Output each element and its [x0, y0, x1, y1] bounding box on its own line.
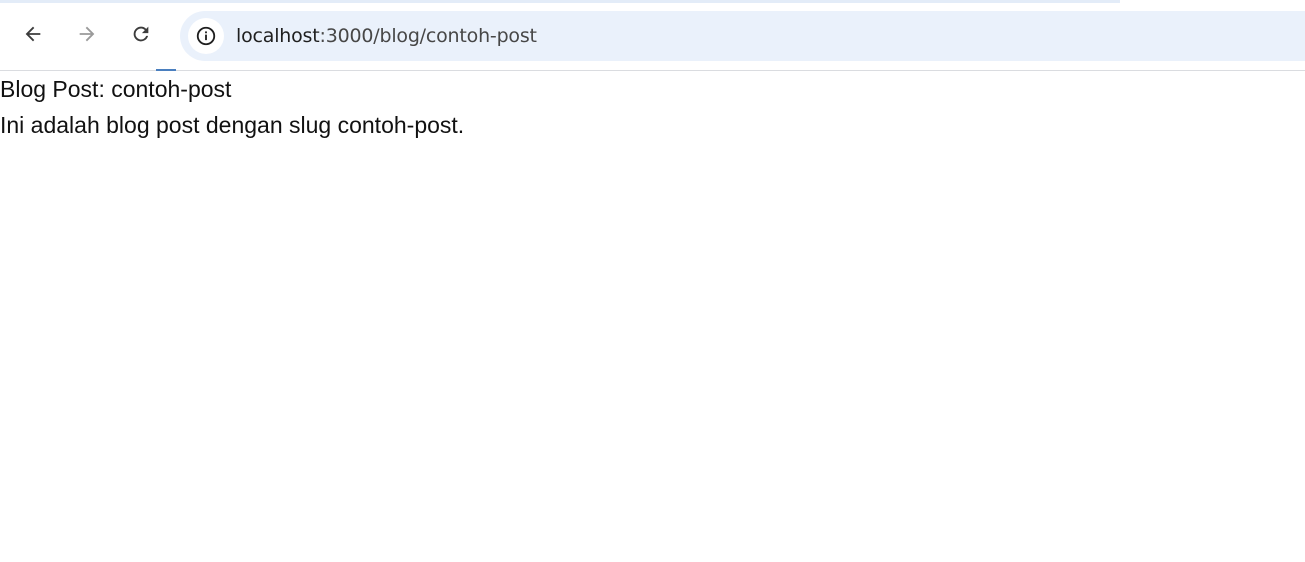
arrow-left-icon — [25, 26, 41, 42]
url-text[interactable]: localhost:3000/blog/contoh-post — [236, 25, 537, 47]
tab-strip-accent — [0, 0, 1120, 3]
post-title: Blog Post: contoh-post — [0, 76, 232, 102]
address-bar[interactable]: localhost:3000/blog/contoh-post — [180, 11, 1305, 61]
info-icon — [196, 26, 216, 46]
page-content: Blog Post: contoh-post Ini adalah blog p… — [0, 71, 1305, 562]
post-body: Ini adalah blog post dengan slug contoh-… — [0, 112, 465, 138]
browser-toolbar: localhost:3000/blog/contoh-post — [0, 0, 1305, 72]
reload-icon — [133, 26, 149, 42]
forward-button[interactable] — [67, 14, 107, 54]
arrow-right-icon — [79, 26, 95, 42]
site-info-button[interactable] — [188, 18, 224, 54]
url-path: :3000/blog/contoh-post — [319, 25, 538, 47]
reload-button[interactable] — [121, 14, 161, 54]
url-host: localhost — [236, 25, 320, 47]
back-button[interactable] — [13, 14, 53, 54]
